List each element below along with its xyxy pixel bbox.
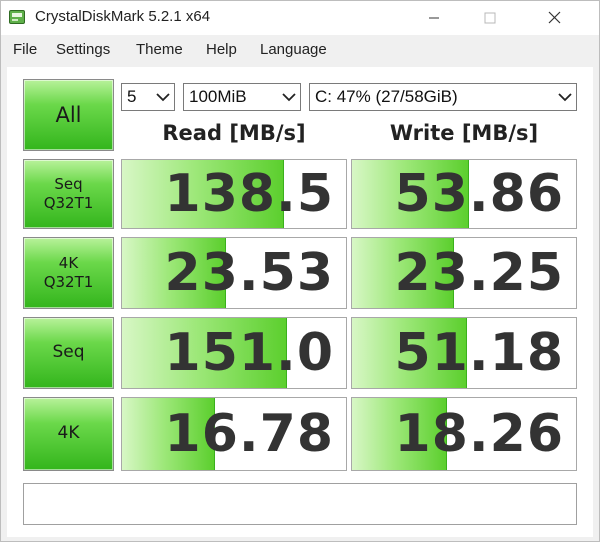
test-button-label: Seq — [52, 342, 85, 363]
read-result-4k: 16.78 — [121, 397, 347, 471]
menu-help[interactable]: Help — [206, 41, 237, 58]
test-button-label: 4K Q32T1 — [43, 254, 94, 291]
maximize-icon — [484, 12, 496, 24]
menu-settings[interactable]: Settings — [56, 41, 110, 58]
read-column-header: Read [MB/s] — [162, 121, 306, 145]
all-button-label: All — [55, 102, 82, 127]
app-window: CrystalDiskMark 5.2.1 x64 File Settings … — [0, 0, 600, 542]
read-value: 23.53 — [164, 243, 334, 303]
test-button-label: Seq Q32T1 — [43, 175, 94, 212]
chevron-down-icon — [558, 93, 572, 102]
close-button[interactable] — [531, 1, 577, 35]
write-result-seq: 51.18 — [351, 317, 577, 389]
read-value: 151.0 — [164, 323, 334, 383]
test-button-4k[interactable]: 4K — [23, 397, 114, 471]
minimize-icon — [429, 17, 439, 19]
write-column-header: Write [MB/s] — [389, 121, 539, 145]
close-icon — [548, 11, 561, 24]
menu-bar: File Settings Theme Help Language — [1, 37, 599, 63]
read-value: 16.78 — [164, 404, 334, 464]
maximize-button[interactable] — [467, 1, 513, 35]
drive-select[interactable]: C: 47% (27/58GiB) — [309, 83, 577, 111]
test-count-value: 5 — [127, 87, 137, 106]
test-button-seq-q32t1[interactable]: Seq Q32T1 — [23, 159, 114, 229]
write-value: 23.25 — [394, 243, 564, 303]
window-title: CrystalDiskMark 5.2.1 x64 — [35, 8, 211, 25]
menu-file[interactable]: File — [13, 41, 37, 58]
menu-theme[interactable]: Theme — [136, 41, 183, 58]
test-count-select[interactable]: 5 — [121, 83, 175, 111]
test-button-label: 4K — [57, 423, 80, 444]
menu-language[interactable]: Language — [260, 41, 327, 58]
drive-value: C: 47% (27/58GiB) — [315, 87, 458, 106]
write-value: 18.26 — [394, 404, 564, 464]
test-size-select[interactable]: 100MiB — [183, 83, 301, 111]
title-bar: CrystalDiskMark 5.2.1 x64 — [1, 1, 599, 35]
test-button-seq[interactable]: Seq — [23, 317, 114, 389]
comment-field[interactable] — [23, 483, 577, 525]
write-result-seq-q32t1: 53.86 — [351, 159, 577, 229]
read-result-4k-q32t1: 23.53 — [121, 237, 347, 309]
read-result-seq: 151.0 — [121, 317, 347, 389]
write-value: 51.18 — [394, 323, 564, 383]
minimize-button[interactable] — [411, 1, 457, 35]
write-value: 53.86 — [394, 164, 564, 224]
write-result-4k: 18.26 — [351, 397, 577, 471]
chevron-down-icon — [282, 93, 296, 102]
test-button-4k-q32t1[interactable]: 4K Q32T1 — [23, 237, 114, 309]
all-button[interactable]: All — [23, 79, 114, 151]
write-result-4k-q32t1: 23.25 — [351, 237, 577, 309]
read-value: 138.5 — [164, 164, 334, 224]
read-result-seq-q32t1: 138.5 — [121, 159, 347, 229]
disk-app-icon — [9, 10, 25, 24]
test-size-value: 100MiB — [189, 87, 247, 106]
chevron-down-icon — [156, 93, 170, 102]
